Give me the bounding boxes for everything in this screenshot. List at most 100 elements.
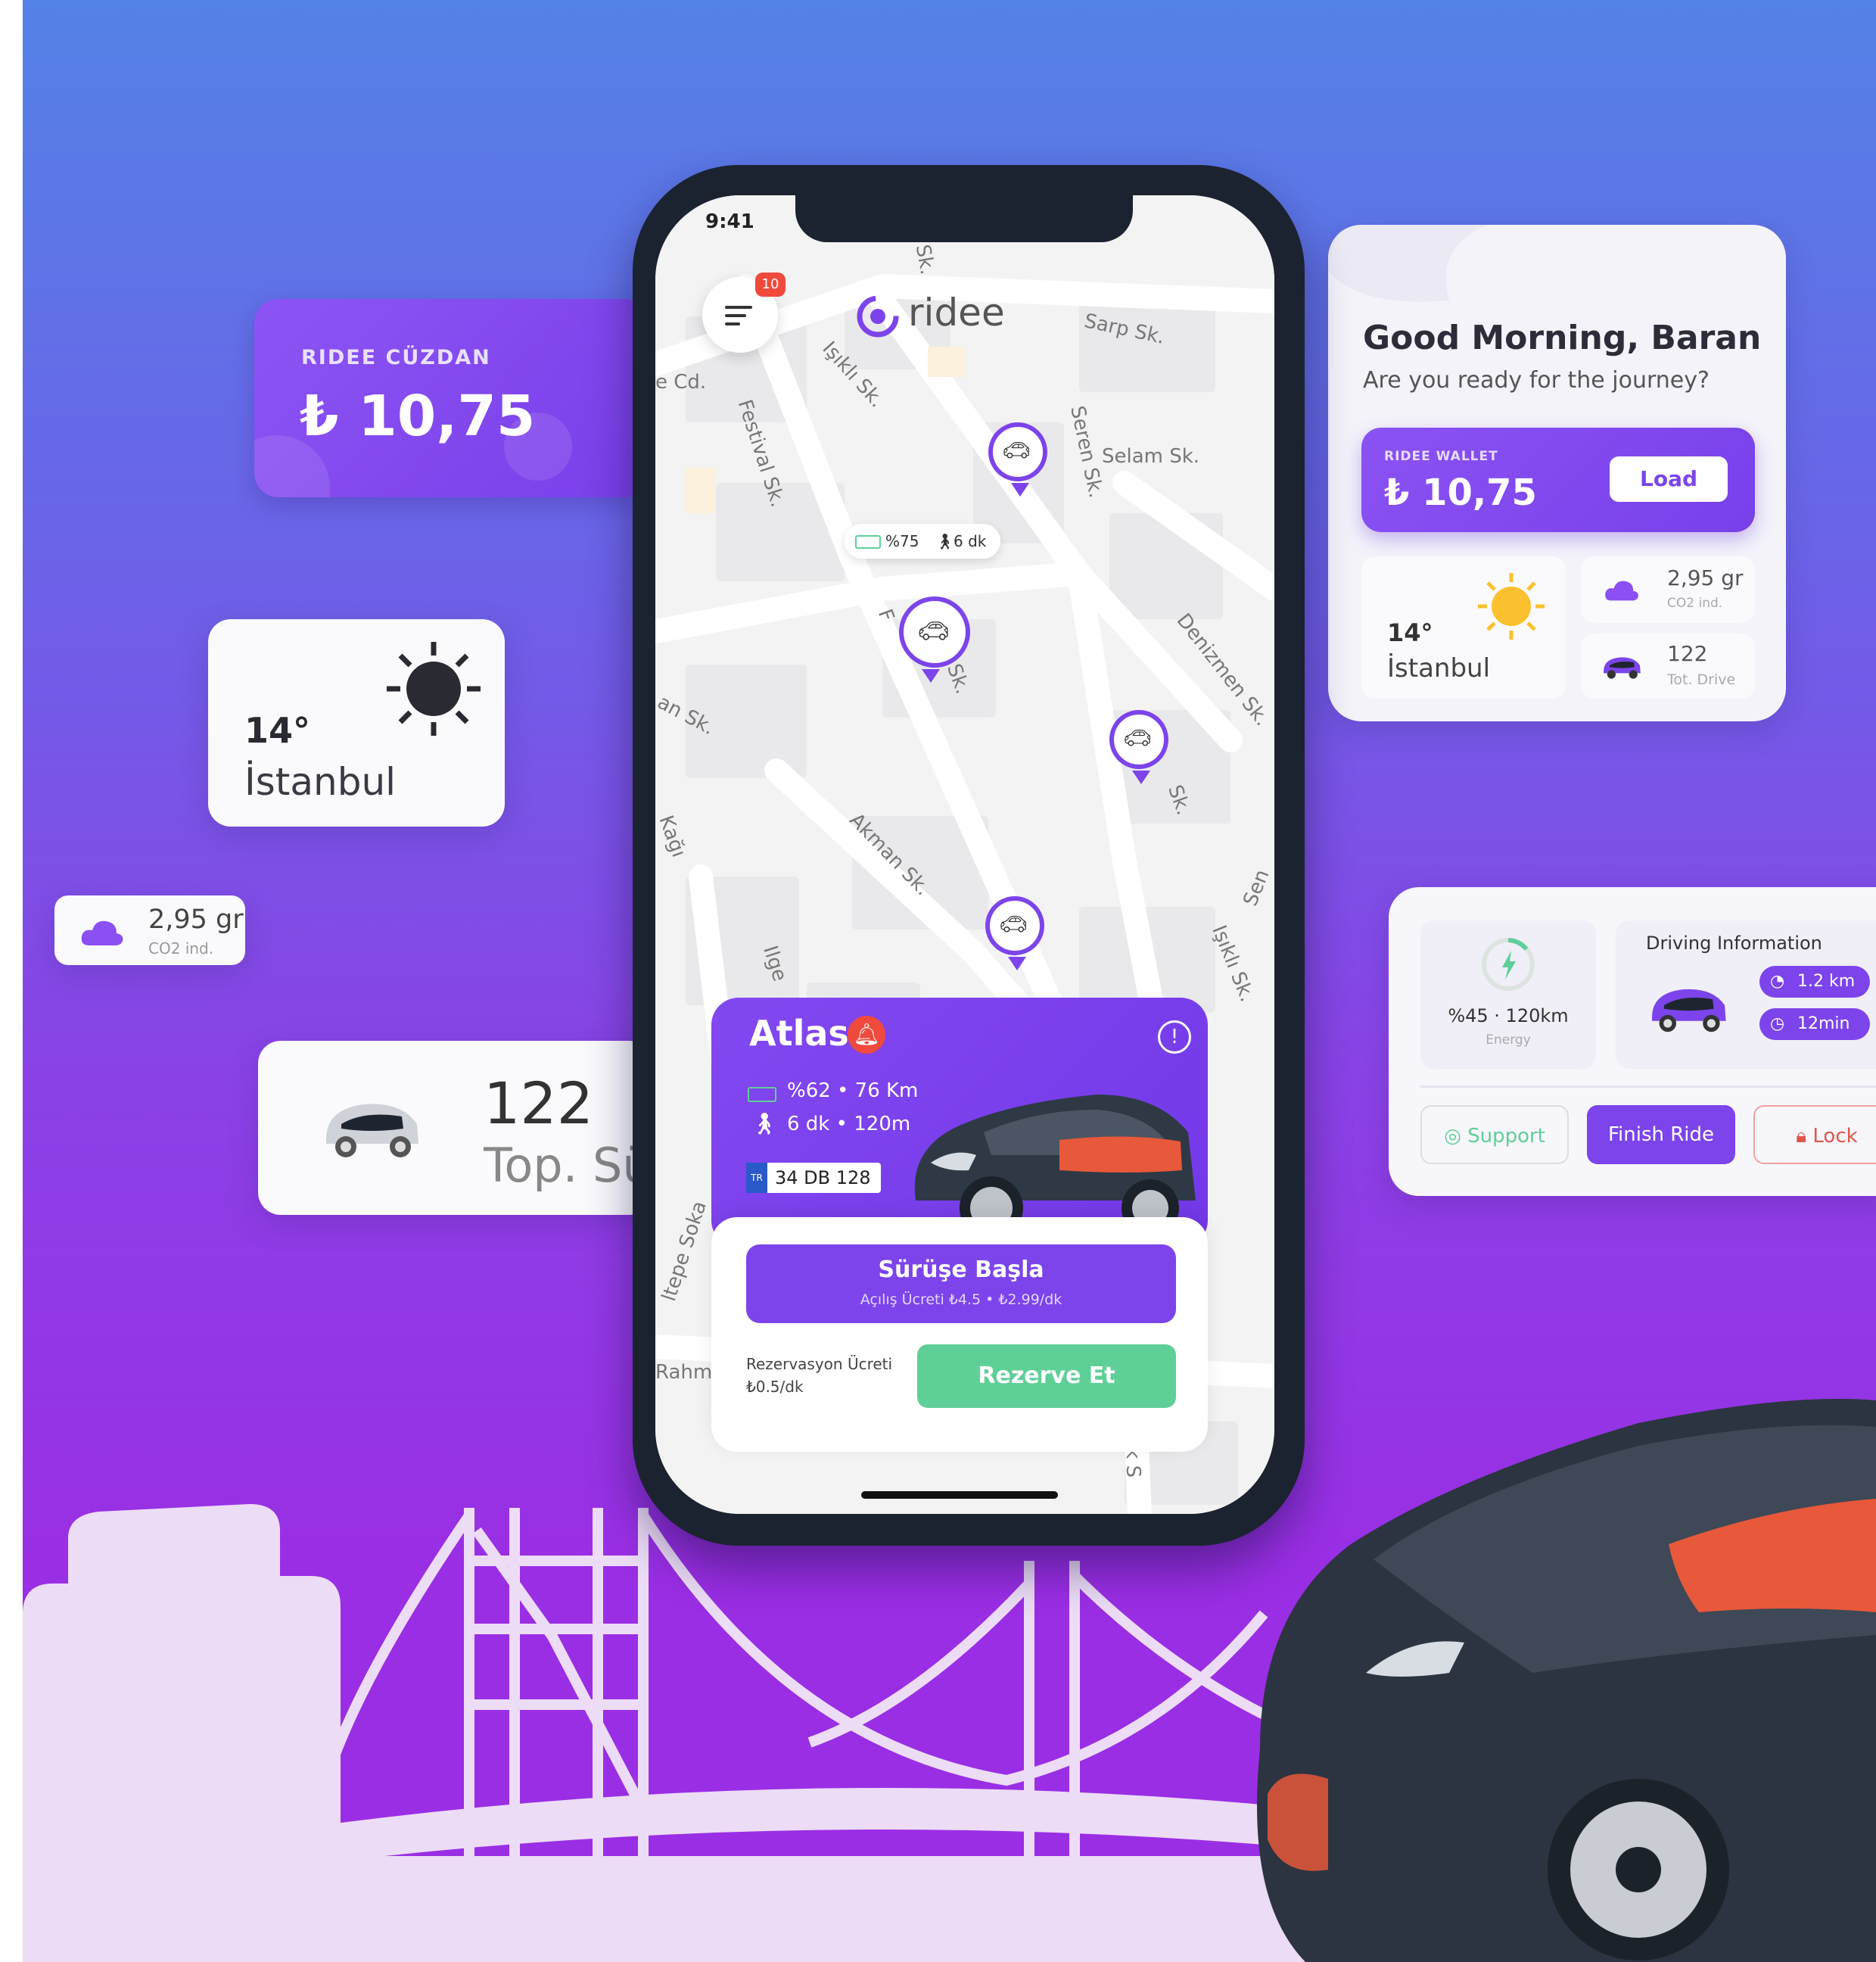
car-pin[interactable]: 🚗︎ — [1109, 710, 1168, 784]
greeting-wallet-title: RIDEE WALLET — [1384, 449, 1498, 464]
total-drive-value: 122 — [484, 1070, 594, 1137]
energy-label: Energy — [1486, 1032, 1531, 1048]
greeting-co2-tile: 2,95 gr CO2 ind. — [1581, 556, 1755, 623]
finish-ride-button[interactable]: Finish Ride — [1587, 1105, 1735, 1164]
car-pin-selected[interactable]: 🚗︎ — [899, 596, 970, 683]
street-label: e Cd. — [655, 371, 707, 394]
car-icon — [1604, 657, 1641, 679]
greeting-city: İstanbul — [1387, 653, 1491, 684]
battery-icon — [748, 1087, 776, 1102]
greeting-card: Good Morning, Baran Are you ready for th… — [1328, 225, 1786, 721]
plate-prefix: TR — [746, 1163, 767, 1193]
logo-icon — [857, 295, 899, 338]
greeting-drive-label: Tot. Drive — [1667, 671, 1736, 688]
logo-text: ridee — [908, 291, 1005, 335]
bolt-icon — [1482, 938, 1535, 991]
tooltip-battery: %75 — [885, 532, 919, 550]
energy-value: %45 · 120km — [1448, 1005, 1569, 1026]
notification-badge: 10 — [755, 272, 786, 297]
start-ride-label: Sürüşe Başla — [878, 1257, 1044, 1283]
greeting-wallet-amount: ₺ 10,75 — [1384, 472, 1537, 514]
divider — [1420, 1085, 1876, 1088]
greeting-weather-tile: 14° İstanbul — [1361, 556, 1566, 699]
status-time: 9:41 — [705, 210, 754, 233]
energy-tile: %45 · 120km Energy — [1420, 920, 1596, 1069]
car-pin-icon: 🚗︎ — [1123, 725, 1153, 752]
menu-icon — [725, 306, 752, 325]
start-ride-button[interactable]: Sürüşe Başla Açılış Ücreti ₺4.5 • ₺2.99/… — [746, 1244, 1176, 1323]
load-button[interactable]: Load — [1610, 456, 1728, 502]
car-battery: %62 • 76 Km — [787, 1079, 919, 1102]
start-ride-fee: Açılış Ücreti ₺4.5 • ₺2.99/dk — [860, 1291, 1062, 1308]
total-drive-label: Top. Sü — [484, 1138, 635, 1193]
greeting-drive-value: 122 — [1667, 641, 1708, 666]
walk-icon: 🚶︎ — [935, 532, 955, 550]
car-walk: 6 dk • 120m — [787, 1113, 911, 1135]
car-pin-icon: 🚗︎ — [917, 616, 950, 646]
co2-pill: 2,95 gr CO2 ind. — [54, 895, 245, 965]
greeting-title: Good Morning, Baran — [1363, 319, 1762, 357]
greeting-co2-label: CO2 ind. — [1667, 596, 1723, 611]
lock-label: Lock — [1812, 1125, 1858, 1148]
car-detail-actions: Sürüşe Başla Açılış Ücreti ₺4.5 • ₺2.99/… — [711, 1217, 1208, 1452]
wallet-card: RIDEE CÜZDAN ₺ 10,75 — [254, 299, 648, 497]
co2-value: 2,95 gr — [148, 905, 244, 935]
hero-car-image — [1257, 1399, 1876, 1962]
car-detail-header: Atlas 🔔︎ ! %62 • 76 Km 🚶︎ 6 dk • 120m TR… — [711, 998, 1208, 1247]
total-drive-card: 122 Top. Sü — [258, 1041, 652, 1215]
car-icon — [1652, 989, 1726, 1032]
speedometer-icon: ◔ — [1770, 972, 1785, 991]
greeting-drive-tile: 122 Tot. Drive — [1581, 634, 1755, 699]
license-plate: TR 34 DB 128 — [746, 1163, 881, 1193]
cloud-icon — [81, 920, 123, 945]
wallet-title: RIDEE CÜZDAN — [301, 346, 491, 369]
duration-value: 12min — [1797, 1014, 1850, 1033]
reservation-fee-value: ₺0.5/dk — [746, 1378, 804, 1396]
car-name: Atlas — [749, 1013, 849, 1054]
support-button[interactable]: ◎ Support — [1420, 1105, 1569, 1164]
support-icon: ◎ — [1444, 1125, 1461, 1148]
sun-icon — [1478, 573, 1545, 640]
map-tooltip: %75 🚶︎ 6 dk — [845, 524, 1000, 559]
phone-notch — [795, 195, 1133, 242]
walk-icon: 🚶︎ — [751, 1111, 778, 1136]
phone-screen: e Cd. Işıklı Sk. Sarp Sk. Festival Sk. S… — [655, 195, 1274, 1514]
poster-background: RIDEE CÜZDAN ₺ 10,75 14° İstanbul 2,95 g… — [23, 0, 1876, 1962]
greeting-subtitle: Are you ready for the journey? — [1363, 367, 1710, 394]
driving-info-card: %45 · 120km Energy Driving Information ◔… — [1389, 887, 1876, 1196]
distance-value: 1.2 km — [1797, 972, 1856, 991]
home-indicator — [861, 1491, 1058, 1499]
car-detail-sheet: Atlas 🔔︎ ! %62 • 76 Km 🚶︎ 6 dk • 120m TR… — [711, 998, 1208, 1467]
wallet-amount: ₺ 10,75 — [300, 384, 536, 449]
car-pin[interactable]: 🚗︎ — [985, 896, 1044, 970]
weather-temperature: 14° — [244, 710, 311, 751]
phone-mockup: e Cd. Işıklı Sk. Sarp Sk. Festival Sk. S… — [633, 165, 1305, 1546]
bell-icon[interactable]: 🔔︎ — [848, 1016, 885, 1054]
street-label: Rahm — [655, 1361, 713, 1384]
sun-icon — [387, 642, 481, 736]
car-icon — [326, 1104, 418, 1157]
greeting-wallet: RIDEE WALLET ₺ 10,75 Load — [1361, 428, 1755, 532]
cloud-icon — [1605, 581, 1638, 601]
menu-button[interactable]: 10 — [702, 272, 786, 353]
battery-icon — [855, 535, 881, 549]
reservation-fee-label: Rezervasyon Ücreti — [746, 1355, 893, 1373]
trip-tile: Driving Information ◔ 1.2 km ◷ 12min — [1616, 920, 1876, 1069]
finish-ride-label: Finish Ride — [1607, 1123, 1715, 1146]
greeting-co2-value: 2,95 gr — [1667, 565, 1744, 590]
reserve-button[interactable]: Rezerve Et — [917, 1344, 1176, 1408]
clock-icon: ◷ — [1770, 1014, 1785, 1033]
weather-card: 14° İstanbul — [208, 619, 505, 827]
duration-badge: ◷ 12min — [1759, 1008, 1870, 1040]
distance-badge: ◔ 1.2 km — [1759, 966, 1870, 998]
car-pin-icon: 🚗︎ — [1002, 438, 1031, 464]
car-pin-icon: 🚗︎ — [999, 911, 1028, 938]
co2-label: CO2 ind. — [148, 939, 214, 958]
street-label: Selam Sk. — [1102, 445, 1200, 468]
driving-info-title: Driving Information — [1646, 933, 1822, 954]
tooltip-walk: 6 dk — [954, 532, 987, 550]
lock-button[interactable]: 🔒︎ Lock — [1753, 1105, 1876, 1164]
plate-number: 34 DB 128 — [775, 1167, 871, 1188]
info-icon[interactable]: ! — [1158, 1020, 1191, 1054]
car-pin[interactable]: 🚗︎ — [988, 422, 1047, 497]
